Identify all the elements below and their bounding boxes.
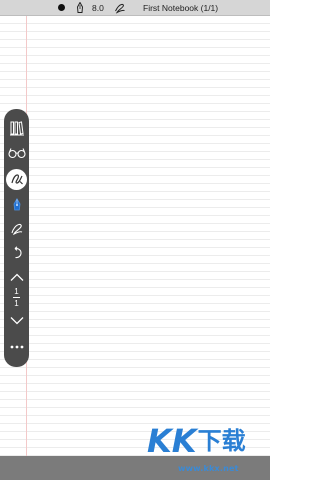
floating-toolbar: 1 1: [4, 109, 29, 367]
highlighter-button[interactable]: [4, 219, 29, 239]
total-pages: 1: [14, 299, 19, 308]
watermark: KK 下载 www.kkx.net: [147, 424, 247, 480]
fraction-bar: [13, 297, 20, 298]
library-icon: [9, 120, 24, 136]
ink-stroke-icon[interactable]: [114, 2, 126, 14]
highlighter-icon: [10, 222, 24, 236]
ink-mode-icon: [6, 168, 27, 190]
page-up-button[interactable]: [4, 269, 29, 285]
pen-color-indicator[interactable]: [58, 4, 65, 11]
ink-mode-button[interactable]: [4, 167, 29, 191]
pen-nib-icon[interactable]: [75, 1, 85, 14]
glasses-icon: [7, 147, 26, 159]
page-down-button[interactable]: [4, 312, 29, 328]
undo-icon: [11, 246, 23, 260]
watermark-url: www.kkx.net: [178, 464, 239, 473]
current-page: 1: [14, 287, 19, 296]
page-indicator: 1 1: [4, 287, 29, 308]
notebook-title[interactable]: First Notebook (1/1): [143, 3, 218, 13]
watermark-logo: KK 下载: [147, 422, 246, 460]
library-button[interactable]: [4, 117, 29, 139]
page-down-icon: [10, 316, 24, 325]
more-button[interactable]: [4, 339, 29, 355]
notebook-page[interactable]: [0, 16, 270, 456]
pen-tool-button[interactable]: [4, 195, 29, 215]
undo-button[interactable]: [4, 243, 29, 263]
status-bar: 8.0 First Notebook (1/1): [0, 0, 270, 16]
more-icon: [10, 345, 24, 349]
page-up-icon: [10, 273, 24, 282]
pen-size-value[interactable]: 8.0: [92, 3, 104, 13]
view-mode-button[interactable]: [4, 142, 29, 164]
pen-icon: [12, 198, 22, 212]
